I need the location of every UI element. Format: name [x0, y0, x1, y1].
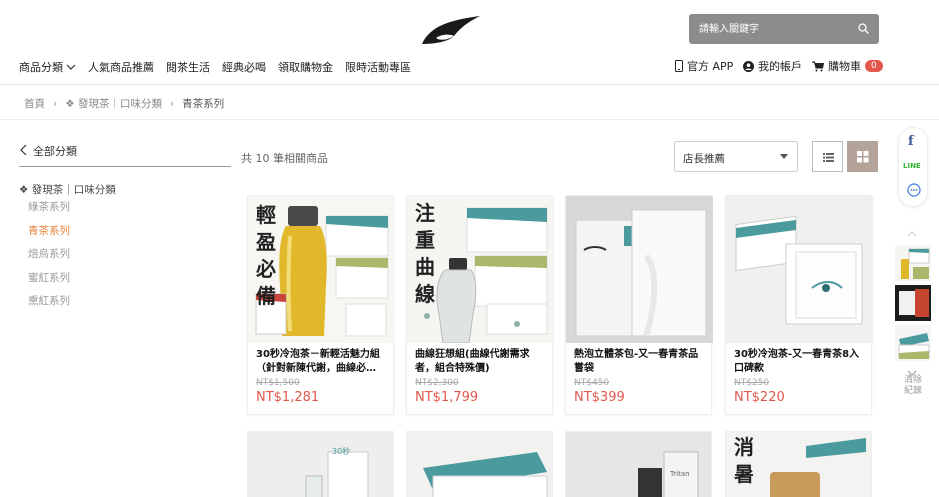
search-icon[interactable]: [858, 23, 869, 34]
nav-label: 商品分類: [19, 61, 63, 74]
chevron-up-icon[interactable]: [907, 231, 917, 237]
nav-label: 閱茶生活: [166, 61, 210, 74]
grid-view-button[interactable]: [847, 141, 878, 172]
phone-icon: [675, 60, 683, 72]
product-image[interactable]: [566, 432, 712, 497]
search-input[interactable]: [699, 21, 849, 37]
product-name[interactable]: 30秒冷泡茶－新輕活魅力組（針對新陳代謝，曲線必…: [256, 348, 389, 376]
product-original-price: NT$250: [734, 378, 770, 388]
product-image-vertical-text: 注重曲線: [415, 201, 435, 306]
nav-item-credits[interactable]: 領取購物金: [278, 59, 333, 75]
product-image[interactable]: [248, 432, 394, 497]
site-header: 商品分類 人氣商品推薦 閱茶生活 經典必喝 領取購物金 限時活動專區 官方 AP…: [0, 0, 939, 85]
sidebar-item-honey-black[interactable]: 蜜紅系列: [28, 271, 70, 295]
product-price: NT$1,799: [415, 390, 479, 405]
nav-label: 經典必喝: [222, 61, 266, 74]
nav-label: 限時活動專區: [345, 61, 411, 74]
breadcrumb-home[interactable]: 首頁: [24, 96, 45, 111]
sidebar-item-oolong[interactable]: 青茶系列: [28, 224, 70, 248]
product-card[interactable]: 熱泡立體茶包-又一春青茶品嘗袋 NT$450 NT$399: [565, 195, 713, 415]
sort-select[interactable]: 店長推薦: [674, 141, 798, 172]
brand-logo[interactable]: [420, 14, 482, 46]
chevron-down-icon: [66, 64, 76, 70]
product-image[interactable]: [726, 196, 873, 343]
product-card[interactable]: 輕盈必備 30秒冷泡茶－新輕活魅力組（針對新陳代謝，曲線必… NT$1,500 …: [247, 195, 395, 415]
sidebar-item-smoked-black[interactable]: 熏紅系列: [28, 294, 70, 318]
sort-selected-value: 店長推薦: [683, 153, 725, 165]
user-icon: [743, 60, 754, 72]
product-image[interactable]: [566, 196, 713, 343]
nav-item-classics[interactable]: 經典必喝: [222, 59, 266, 75]
product-name[interactable]: 曲線狂想組(曲線代謝需求者，組合特殊價): [415, 348, 548, 376]
breadcrumb-separator: ›: [169, 97, 175, 110]
clear-history-button[interactable]: 清除紀錄: [903, 375, 923, 397]
social-share-bar: f LINE: [898, 127, 928, 207]
recent-item-thumbnail[interactable]: [895, 285, 931, 321]
sidebar-item-green-tea[interactable]: 綠茶系列: [28, 200, 70, 224]
sidebar-category-list: 綠茶系列 青茶系列 焙烏系列 蜜紅系列 熏紅系列: [28, 200, 70, 318]
breadcrumb-separator: ›: [53, 97, 58, 110]
product-image-label: Tritan: [670, 470, 690, 478]
grid-icon: [857, 151, 869, 163]
sidebar-item-roasted[interactable]: 焙烏系列: [28, 247, 70, 271]
product-card[interactable]: 消暑: [725, 431, 872, 497]
line-icon[interactable]: LINE: [903, 162, 921, 170]
breadcrumb-current: 青茶系列: [182, 98, 225, 110]
product-name[interactable]: 熱泡立體茶包-又一春青茶品嘗袋: [574, 348, 707, 376]
main-nav: 商品分類 人氣商品推薦 閱茶生活 經典必喝 領取購物金 限時活動專區: [19, 59, 423, 75]
all-categories-link[interactable]: 全部分類: [19, 143, 231, 167]
all-categories-label: 全部分類: [33, 145, 77, 158]
facebook-icon[interactable]: f: [908, 134, 914, 149]
recent-item-thumbnail[interactable]: [895, 245, 931, 281]
product-image[interactable]: [407, 432, 553, 497]
nav-item-promotions[interactable]: 限時活動專區: [345, 59, 411, 75]
product-card[interactable]: 注重曲線 曲線狂想組(曲線代謝需求者，組合特殊價) NT$2,300 NT$1,…: [406, 195, 554, 415]
product-card[interactable]: Tritan: [565, 431, 712, 497]
product-image[interactable]: 輕盈必備: [248, 196, 395, 343]
product-price: NT$1,281: [256, 390, 320, 405]
my-account-link[interactable]: 我的帳戶: [743, 58, 802, 74]
product-original-price: NT$1,500: [256, 378, 300, 388]
sidebar-subheading[interactable]: ❖ 發現茶｜口味分類: [19, 182, 116, 197]
result-count: 共 10 筆相關商品: [241, 152, 328, 165]
cart-count-badge: 0: [865, 60, 883, 72]
product-image-vertical-text: 消暑: [734, 435, 754, 486]
chevron-left-icon: [20, 144, 27, 156]
product-price: NT$399: [574, 390, 625, 405]
cart-label: 購物車: [828, 60, 861, 73]
account-label: 我的帳戶: [758, 60, 802, 73]
product-original-price: NT$2,300: [415, 378, 459, 388]
cart-icon: [812, 61, 824, 71]
list-view-button[interactable]: [812, 141, 843, 172]
list-icon: [823, 153, 834, 162]
nav-item-popular[interactable]: 人氣商品推薦: [88, 59, 154, 75]
product-card[interactable]: 30秒冷泡茶-又一春青茶8入口碑款 NT$250 NT$220: [725, 195, 873, 415]
search-box: [689, 14, 879, 44]
product-name[interactable]: 30秒冷泡茶-又一春青茶8入口碑款: [734, 348, 867, 376]
recent-item-thumbnail[interactable]: [895, 325, 931, 361]
app-label: 官方 APP: [687, 60, 734, 73]
recently-viewed: [893, 222, 933, 380]
breadcrumb: 首頁 › ❖ 發現茶｜口味分類 › 青茶系列: [24, 96, 224, 111]
chat-icon[interactable]: [907, 183, 921, 197]
product-card[interactable]: [406, 431, 553, 497]
cart-link[interactable]: 購物車 0: [812, 58, 883, 74]
product-image-badge: 30秒: [332, 447, 351, 456]
product-card[interactable]: 30秒: [247, 431, 394, 497]
nav-item-categories[interactable]: 商品分類: [19, 59, 76, 75]
nav-label: 領取購物金: [278, 61, 333, 74]
nav-label: 人氣商品推薦: [88, 61, 154, 74]
product-original-price: NT$450: [574, 378, 610, 388]
official-app-link[interactable]: 官方 APP: [675, 58, 733, 74]
breadcrumb-category[interactable]: ❖ 發現茶｜口味分類: [65, 96, 162, 111]
divider: [0, 119, 939, 120]
product-image[interactable]: 注重曲線: [407, 196, 554, 343]
nav-item-tea-life[interactable]: 閱茶生活: [166, 59, 210, 75]
product-image-vertical-text: 輕盈必備: [256, 203, 276, 308]
caret-down-icon: [780, 154, 788, 159]
product-price: NT$220: [734, 390, 785, 405]
